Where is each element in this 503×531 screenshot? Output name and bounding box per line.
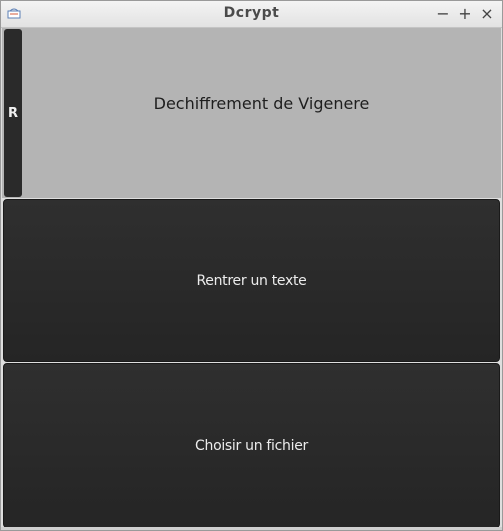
return-button[interactable]: R <box>4 29 22 197</box>
header-panel: R Dechiffrement de Vigenere <box>2 28 501 198</box>
app-window: Dcrypt − + × R Dechiffrement de Vigenere… <box>0 0 503 531</box>
enter-text-label: Rentrer un texte <box>196 272 307 289</box>
window-bottom-border <box>1 527 502 530</box>
maximize-button[interactable]: + <box>457 5 473 23</box>
choose-file-label: Choisir un fichier <box>195 437 308 454</box>
minimize-button[interactable]: − <box>435 5 451 23</box>
enter-text-button[interactable]: Rentrer un texte <box>3 199 500 362</box>
window-title: Dcrypt <box>223 5 280 21</box>
close-button[interactable]: × <box>479 5 495 23</box>
title-bar[interactable]: Dcrypt − + × <box>1 1 502 28</box>
choose-file-button[interactable]: Choisir un fichier <box>3 363 500 528</box>
page-title: Dechiffrement de Vigenere <box>153 94 370 113</box>
